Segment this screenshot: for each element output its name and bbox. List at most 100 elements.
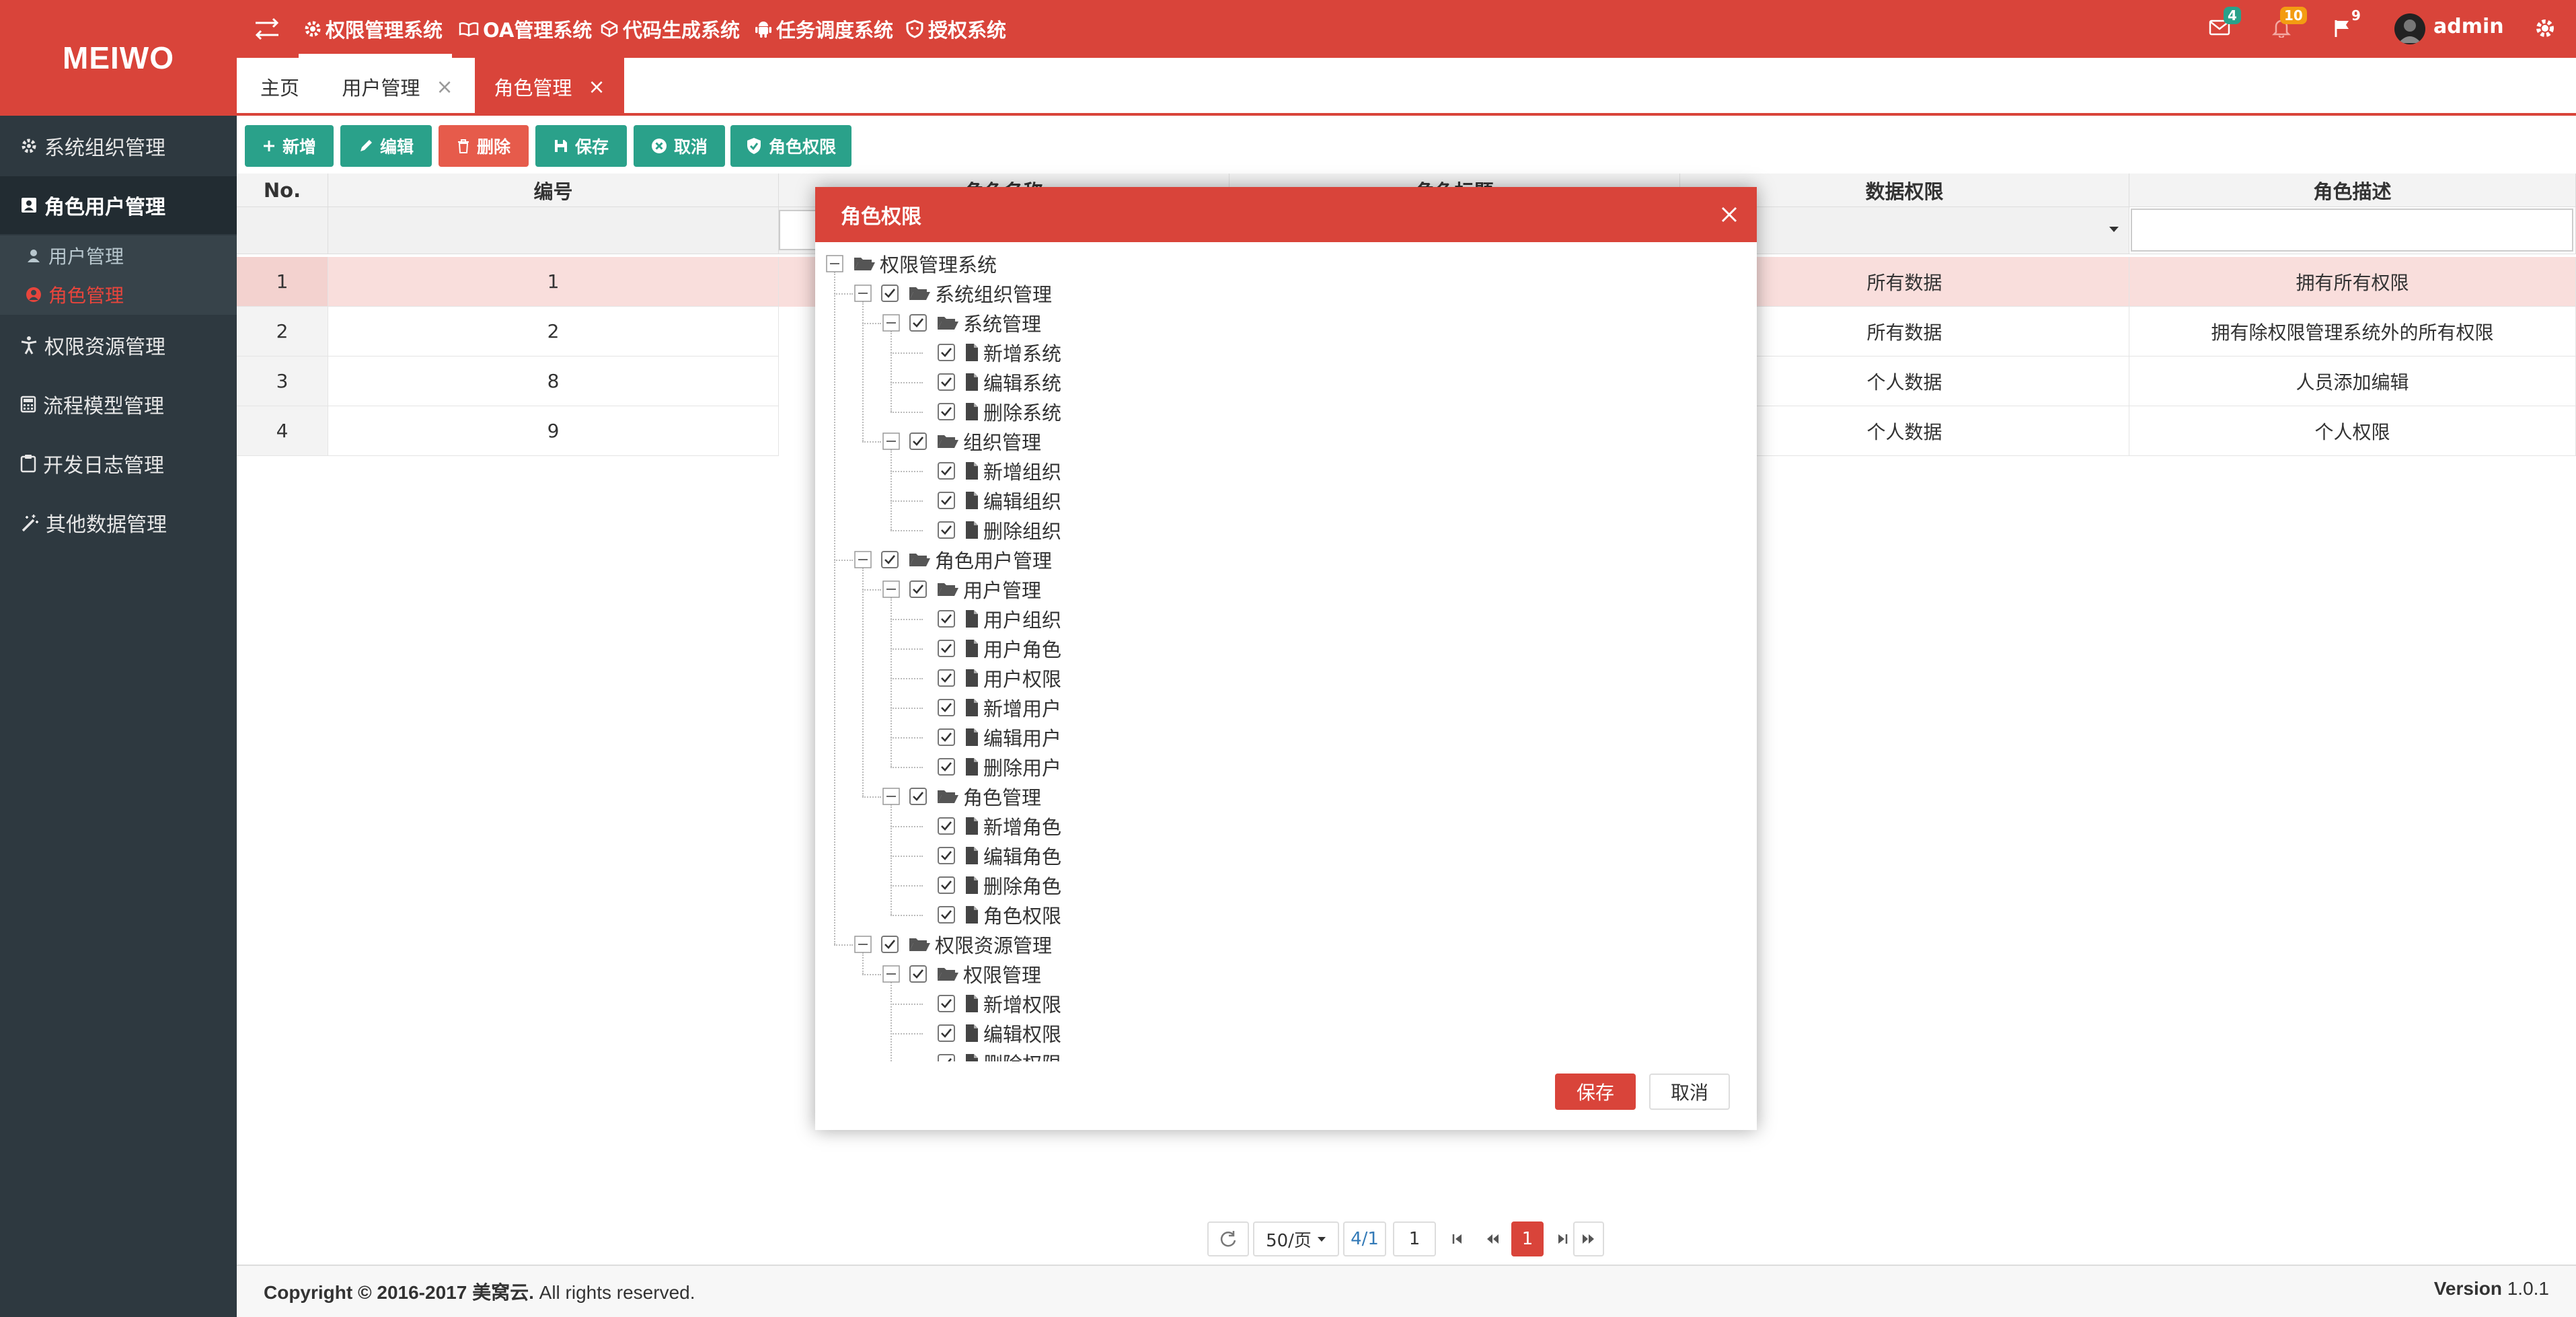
checkbox-checked[interactable] <box>881 936 899 953</box>
tree-node[interactable]: 新增系统 <box>911 338 1061 367</box>
tree-node[interactable]: 角色权限 <box>911 900 1061 930</box>
sidebar-item-workflow[interactable]: 流程模型管理 <box>0 375 237 433</box>
checkbox-checked[interactable] <box>881 285 899 302</box>
system-tab-codegen[interactable]: 代码生成系统 <box>600 0 740 58</box>
tree-node[interactable]: 删除权限 <box>911 1048 1061 1061</box>
sidebar-item-other-data[interactable]: 其他数据管理 <box>0 494 237 552</box>
tree-node[interactable]: 删除用户 <box>911 752 1061 782</box>
tree-node[interactable]: 编辑用户 <box>911 722 1061 752</box>
tree-node[interactable]: 用户角色 <box>911 634 1061 663</box>
checkbox-checked[interactable] <box>938 373 955 391</box>
checkbox-checked[interactable] <box>909 314 927 332</box>
dialog-cancel-button[interactable]: 取消 <box>1649 1074 1730 1110</box>
close-icon[interactable] <box>1715 200 1743 229</box>
close-icon[interactable]: × <box>436 75 453 99</box>
checkbox-checked[interactable] <box>938 669 955 687</box>
tree-node[interactable]: 删除角色 <box>911 870 1061 900</box>
settings-gear-icon[interactable] <box>2534 17 2556 39</box>
collapse-icon[interactable] <box>826 255 843 272</box>
add-button[interactable]: 新增 <box>245 125 334 167</box>
tab-role-management[interactable]: 角色管理 × <box>475 58 624 116</box>
page-size-select[interactable]: 50/页 <box>1253 1221 1339 1256</box>
filter-input-description[interactable] <box>2131 209 2573 252</box>
prev-page-icon[interactable] <box>1476 1221 1509 1256</box>
tree-node[interactable]: 新增组织 <box>911 456 1061 486</box>
current-page[interactable]: 1 <box>1511 1221 1544 1256</box>
collapse-icon[interactable] <box>882 314 900 332</box>
sidebar-item-permission-resource[interactable]: 权限资源管理 <box>0 316 237 374</box>
delete-button[interactable]: 删除 <box>439 125 529 167</box>
checkbox-checked[interactable] <box>938 699 955 716</box>
checkbox-checked[interactable] <box>909 432 927 450</box>
checkbox-checked[interactable] <box>938 758 955 776</box>
tree-node[interactable]: 删除系统 <box>911 397 1061 426</box>
tree-node[interactable]: 组织管理 <box>882 426 1041 456</box>
sidebar-item-role-user[interactable]: 角色用户管理 <box>0 176 237 234</box>
sidebar-subitem-roles[interactable]: 角色管理 <box>26 276 124 313</box>
collapse-icon[interactable] <box>882 965 900 983</box>
dialog-save-button[interactable]: 保存 <box>1555 1074 1636 1110</box>
checkbox-checked[interactable] <box>938 847 955 864</box>
tree-node[interactable]: 系统组织管理 <box>854 278 1052 308</box>
tree-node[interactable]: 新增用户 <box>911 693 1061 722</box>
tab-user-management[interactable]: 用户管理 × <box>323 58 472 116</box>
refresh-icon[interactable] <box>1207 1221 1249 1256</box>
cell-description[interactable]: 拥有除权限管理系统外的所有权限 <box>2129 307 2576 356</box>
sidebar-toggle-icon[interactable] <box>250 15 284 43</box>
tab-home[interactable]: 主页 <box>237 58 323 116</box>
checkbox-checked[interactable] <box>909 580 927 598</box>
collapse-icon[interactable] <box>882 580 900 598</box>
checkbox-checked[interactable] <box>938 344 955 361</box>
tree-node[interactable]: 编辑角色 <box>911 841 1061 870</box>
edit-button[interactable]: 编辑 <box>340 125 432 167</box>
column-header[interactable]: 角色描述 <box>2129 174 2576 207</box>
page-input[interactable]: 1 <box>1393 1221 1436 1256</box>
dropdown-caret-icon[interactable] <box>2109 226 2119 233</box>
checkbox-checked[interactable] <box>938 995 955 1012</box>
system-tab-permission[interactable]: 权限管理系统 <box>304 0 443 58</box>
tree-node[interactable]: 权限管理系统 <box>826 249 997 278</box>
checkbox-checked[interactable] <box>909 788 927 805</box>
avatar[interactable] <box>2394 13 2425 44</box>
tree-node[interactable]: 角色用户管理 <box>854 545 1052 574</box>
system-tab-auth[interactable]: 授权系统 <box>905 0 1006 58</box>
tree-node[interactable]: 用户权限 <box>911 663 1061 693</box>
close-icon[interactable]: × <box>588 75 605 99</box>
tree-node[interactable]: 角色管理 <box>882 782 1041 811</box>
checkbox-checked[interactable] <box>909 965 927 983</box>
tree-node[interactable]: 用户组织 <box>911 604 1061 634</box>
checkbox-checked[interactable] <box>938 876 955 894</box>
checkbox-checked[interactable] <box>938 1024 955 1042</box>
last-page-icon[interactable] <box>1573 1221 1604 1256</box>
save-button[interactable]: 保存 <box>535 125 627 167</box>
column-header[interactable]: 编号 <box>328 174 779 207</box>
checkbox-checked[interactable] <box>938 521 955 539</box>
sidebar-subitem-users[interactable]: 用户管理 <box>26 237 124 274</box>
cell-id[interactable]: 8 <box>328 356 779 406</box>
checkbox-checked[interactable] <box>938 492 955 509</box>
checkbox-checked[interactable] <box>938 906 955 924</box>
system-tab-oa[interactable]: OA管理系统 <box>459 0 592 58</box>
checkbox-checked[interactable] <box>938 1054 955 1061</box>
sidebar-item-system-org[interactable]: 系统组织管理 <box>0 117 237 175</box>
user-name[interactable]: admin <box>2433 15 2504 38</box>
cell-id[interactable]: 2 <box>328 307 779 356</box>
checkbox-checked[interactable] <box>938 817 955 835</box>
checkbox-checked[interactable] <box>881 551 899 568</box>
tree-node[interactable]: 权限管理 <box>882 959 1041 989</box>
tree-node[interactable]: 编辑组织 <box>911 486 1061 515</box>
tree-node[interactable]: 新增权限 <box>911 989 1061 1018</box>
first-page-icon[interactable] <box>1441 1221 1474 1256</box>
checkbox-checked[interactable] <box>938 728 955 746</box>
tree-node[interactable]: 编辑权限 <box>911 1018 1061 1048</box>
checkbox-checked[interactable] <box>938 462 955 480</box>
sidebar-item-devlog[interactable]: 开发日志管理 <box>0 435 237 492</box>
checkbox-checked[interactable] <box>938 640 955 657</box>
cell-description[interactable]: 人员添加编辑 <box>2129 356 2576 406</box>
checkbox-checked[interactable] <box>938 610 955 628</box>
tree-node[interactable]: 删除组织 <box>911 515 1061 545</box>
tree-node[interactable]: 系统管理 <box>882 308 1041 338</box>
tree-node[interactable]: 权限资源管理 <box>854 930 1052 959</box>
collapse-icon[interactable] <box>882 432 900 450</box>
app-logo[interactable]: MEIWO <box>0 0 237 116</box>
